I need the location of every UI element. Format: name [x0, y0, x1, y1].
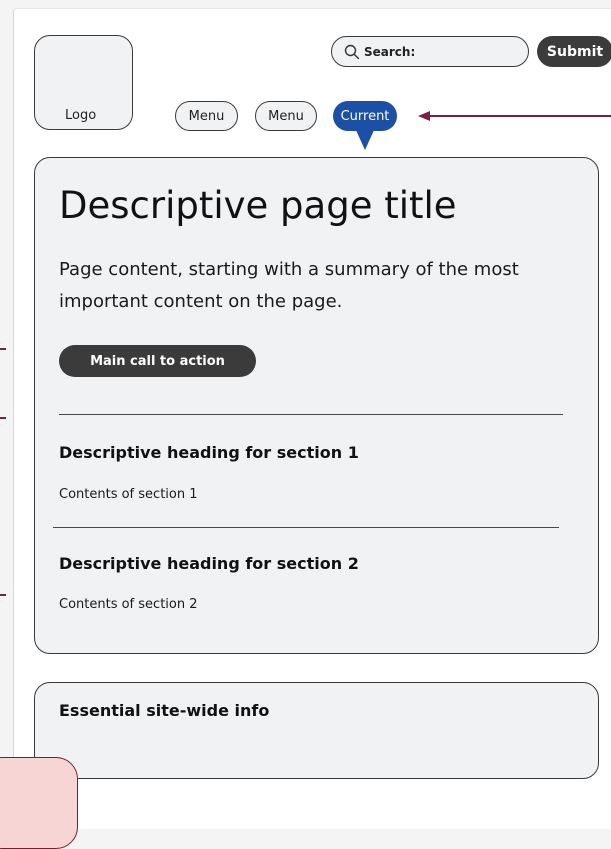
- logo-label: Logo: [65, 108, 97, 123]
- search-input[interactable]: Search:: [331, 36, 529, 67]
- current-indicator-pointer: [355, 128, 375, 150]
- search-label: Search:: [364, 44, 416, 59]
- nav-item-menu-1[interactable]: Menu: [175, 101, 238, 131]
- site-logo[interactable]: Logo: [34, 35, 133, 130]
- annotation-marker: [0, 348, 6, 350]
- annotation-marker: [0, 417, 6, 419]
- section-1-heading: Descriptive heading for section 1: [59, 443, 359, 462]
- main-cta-button[interactable]: Main call to action: [59, 345, 256, 377]
- page-summary: Page content, starting with a summary of…: [59, 259, 519, 312]
- section-divider: [53, 527, 559, 528]
- section-1-content: Contents of section 1: [59, 487, 198, 502]
- section-divider: [59, 414, 563, 415]
- site-footer: Essential site-wide info: [34, 682, 599, 779]
- main-content-card: Descriptive page title Page content, sta…: [34, 157, 599, 654]
- nav-item-current[interactable]: Current: [333, 101, 397, 131]
- submit-button[interactable]: Submit: [537, 36, 611, 67]
- search-icon: [344, 44, 360, 59]
- page-title: Descriptive page title: [59, 184, 457, 227]
- section-2-heading: Descriptive heading for section 2: [59, 554, 359, 573]
- nav-item-menu-2[interactable]: Menu: [255, 101, 317, 131]
- footer-title: Essential site-wide info: [59, 701, 270, 720]
- section-2-content: Contents of section 2: [59, 597, 198, 612]
- annotation-marker: [0, 594, 6, 596]
- decorative-corner-shape: [0, 757, 78, 849]
- arrow-left-icon: [418, 111, 611, 121]
